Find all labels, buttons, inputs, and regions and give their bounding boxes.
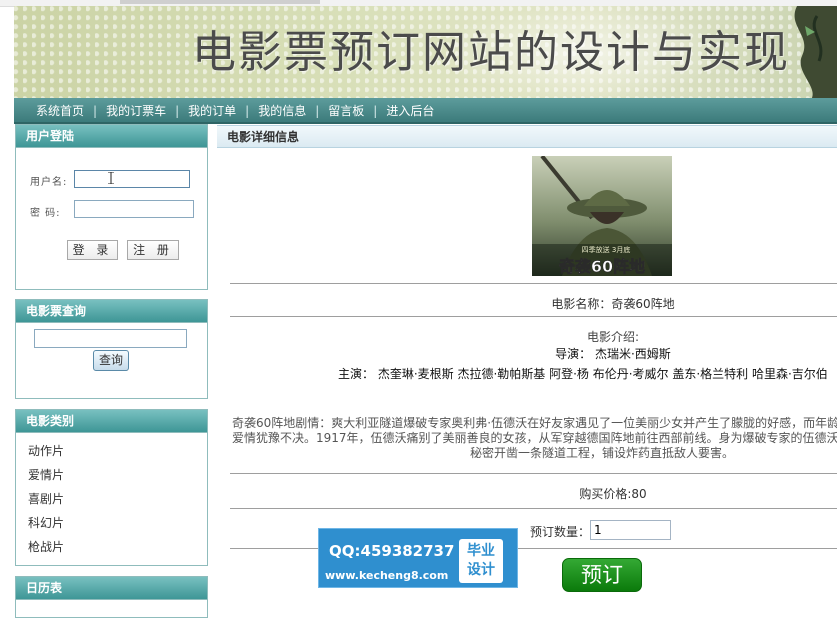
ticket-search-input[interactable]: [34, 329, 187, 348]
username-input[interactable]: [74, 170, 190, 188]
category-item[interactable]: 枪战片: [28, 535, 207, 559]
ticket-query-title: 电影票查询: [16, 300, 207, 323]
movie-director: 导演： 杰瑞米·西姆斯: [555, 347, 671, 361]
nav-home[interactable]: 系统首页: [36, 104, 84, 118]
order-quantity-input[interactable]: [590, 520, 671, 540]
watermark-site: www.kecheng8.com: [325, 569, 449, 582]
poster-title-text: 奇袭60阵地: [559, 257, 645, 276]
order-button[interactable]: 预订: [562, 558, 642, 592]
login-button[interactable]: 登 录: [67, 240, 118, 260]
nav-message-board[interactable]: 留言板: [328, 104, 364, 118]
divider: [230, 508, 837, 509]
watermark-qq: QQ:459382737: [329, 542, 455, 560]
login-panel-title: 用户登陆: [16, 125, 207, 148]
ticket-search-button[interactable]: 查询: [93, 350, 129, 371]
divider: [230, 283, 837, 284]
username-label: 用户名:: [30, 177, 68, 188]
site-title: 电影票预订网站的设计与实现: [192, 27, 790, 78]
category-item[interactable]: 爱情片: [28, 463, 207, 487]
calendar-title: 日历表: [16, 577, 207, 600]
category-item[interactable]: 喜剧片: [28, 487, 207, 511]
movie-poster: 四季放送 3月底 奇袭60阵地: [532, 156, 672, 276]
divider: [230, 473, 837, 474]
watermark-badge: 毕业 设计: [459, 539, 503, 583]
text-cursor-icon: [108, 172, 114, 184]
password-label: 密 码:: [30, 208, 61, 219]
movie-intro-label: 电影介绍:: [586, 330, 640, 344]
movie-category-panel: 电影类别 动作片 爱情片 喜剧片 科幻片 枪战片: [15, 409, 208, 566]
movie-price: 购买价格:80: [579, 487, 647, 501]
nav-admin[interactable]: 进入后台: [386, 104, 434, 118]
banner-decoration: [794, 6, 837, 98]
nav-ticket-cart[interactable]: 我的订票车: [106, 104, 166, 118]
nav-my-info[interactable]: 我的信息: [258, 104, 306, 118]
movie-plot: 奇袭60阵地剧情：爽大利亚隧道爆破专家奥利弗·伍德沃在好友家遇见了一位美丽少女并…: [232, 416, 837, 461]
movie-category-title: 电影类别: [16, 410, 207, 433]
top-navigation: 系统首页 | 我的订票车 | 我的订单 | 我的信息 | 留言板 | 进入后台: [14, 98, 837, 124]
nav-my-orders[interactable]: 我的订单: [188, 104, 236, 118]
poster-small-text: 四季放送 3月底: [582, 245, 631, 254]
plot-line: 爱情犹豫不决。1917年，伍德沃痛别了美丽善良的女孩，从军穿越德国阵地前往西部前…: [232, 431, 837, 445]
password-input[interactable]: [74, 200, 194, 218]
category-item[interactable]: 科幻片: [28, 511, 207, 535]
movie-detail-header: 电影详细信息: [217, 125, 837, 148]
plot-line: 奇袭60阵地剧情：爽大利亚隧道爆破专家奥利弗·伍德沃在好友家遇见了一位美丽少女并…: [232, 416, 837, 430]
login-panel: 用户登陆 用户名: 密 码: 登 录 注 册: [15, 124, 208, 290]
order-quantity-label: 预订数量：: [530, 525, 591, 539]
movie-detail-section: 电影详细信息 四季放送 3月底 奇袭60阵地 电影名称：奇袭60阵地 电影介绍:…: [217, 125, 837, 595]
category-item[interactable]: 动作片: [28, 439, 207, 463]
ticket-query-panel: 电影票查询 查询: [15, 299, 208, 399]
watermark-banner: QQ:459382737 www.kecheng8.com 毕业 设计: [318, 528, 518, 588]
register-button[interactable]: 注 册: [127, 240, 179, 260]
movie-name: 电影名称：奇袭60阵地: [551, 297, 675, 311]
plot-line: 秘密开凿一条隧道工程，铺设炸药直抵敌人要害。: [470, 446, 735, 460]
site-banner: 电影票预订网站的设计与实现: [14, 6, 837, 98]
movie-actors: 主演： 杰奎琳·麦根斯 杰拉德·勒帕斯基 阿登·杨 布伦丹·考威尔 盖东·格兰特…: [338, 367, 828, 381]
divider: [230, 316, 837, 317]
calendar-panel: 日历表: [15, 576, 208, 618]
